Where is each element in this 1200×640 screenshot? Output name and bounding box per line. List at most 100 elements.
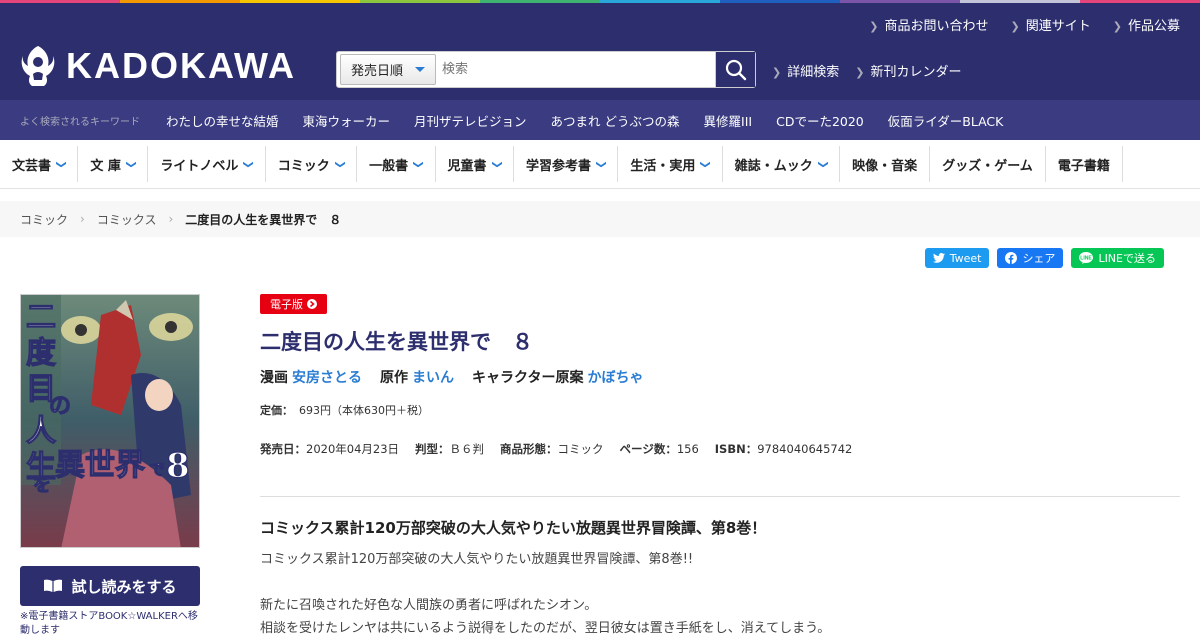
svg-text:度: 度 bbox=[26, 336, 56, 371]
category-3[interactable]: ライトノベル ❯ bbox=[148, 146, 266, 182]
tweet-button[interactable]: Tweet bbox=[924, 248, 990, 268]
chevron-down-icon: ❯ bbox=[491, 159, 503, 169]
chevron-down-icon: ❯ bbox=[412, 159, 424, 169]
logo-text: KADOKAWA bbox=[66, 45, 296, 86]
svg-text:8: 8 bbox=[166, 446, 190, 486]
category-5[interactable]: 一般書 ❯ bbox=[357, 146, 436, 182]
price-line: 定価： 693円（本体630円＋税） bbox=[260, 402, 429, 418]
facebook-label: シェア bbox=[1022, 252, 1056, 265]
category-label: 電子書籍 bbox=[1057, 158, 1110, 174]
breadcrumb-item[interactable]: コミック bbox=[20, 211, 68, 228]
book-cover-image[interactable]: 二 度 目 の 人 生 を 異世界 で 8 bbox=[20, 294, 200, 548]
product-specs: 発売日：2020年04月23日 判型：Ｂ６判 商品形態：コミック ページ数：156 IS… bbox=[260, 441, 852, 457]
category-2[interactable]: 文 庫 ❯ bbox=[78, 146, 149, 182]
category-label: ライトノベル bbox=[160, 158, 239, 174]
chevron-right-icon: ❯ bbox=[1010, 20, 1020, 33]
svg-text:人: 人 bbox=[26, 414, 56, 449]
trial-read-note: ※電子書籍ストアBOOK☆WALKERへ移動します bbox=[20, 611, 198, 636]
open-book-icon bbox=[44, 579, 63, 592]
search-box: 発売日順 bbox=[336, 51, 756, 88]
spec-label: ページ数： bbox=[619, 442, 677, 456]
sort-select[interactable]: 発売日順 bbox=[340, 54, 436, 85]
spec-item: ISBN：9784040645742 bbox=[715, 441, 853, 457]
spec-item: ページ数：156 bbox=[620, 441, 699, 457]
keyword-link[interactable]: 異修羅III bbox=[704, 111, 753, 130]
author-name[interactable]: まいん bbox=[412, 367, 454, 387]
category-label: グッズ・ゲーム bbox=[942, 158, 1033, 174]
keyword-link[interactable]: 月刊ザテレビジョン bbox=[414, 111, 527, 130]
search-button[interactable] bbox=[715, 52, 755, 87]
header-link[interactable]: ❯ 新刊カレンダー bbox=[855, 61, 961, 80]
description-line: 相談を受けたレンヤは共にいるよう説得をしたのだが、翌日彼女は置き手紙をし、消えて… bbox=[260, 621, 831, 636]
trial-read-button[interactable]: 試し読みをする bbox=[20, 566, 200, 606]
spec-value: コミック bbox=[557, 442, 604, 456]
price-value: 693円（本体630円＋税） bbox=[299, 404, 429, 417]
ebook-badge: 電子版 bbox=[260, 294, 327, 314]
util-link[interactable]: ❯ 関連サイト bbox=[1011, 15, 1091, 34]
line-share-button[interactable]: LINE LINEで送る bbox=[1071, 248, 1164, 268]
line-label: LINEで送る bbox=[1098, 252, 1156, 265]
header-link-label: 新刊カレンダー bbox=[870, 65, 962, 80]
facebook-share-button[interactable]: シェア bbox=[997, 248, 1064, 268]
tweet-label: Tweet bbox=[949, 251, 982, 265]
category-1[interactable]: 文芸書 ❯ bbox=[0, 146, 79, 182]
util-link[interactable]: ❯ 商品お問い合わせ bbox=[869, 15, 988, 34]
keyword-link[interactable]: CDでーた2020 bbox=[776, 111, 864, 130]
kadokawa-logo[interactable]: KADOKAWA bbox=[20, 44, 296, 88]
trial-read-label: 試し読みをする bbox=[71, 577, 177, 596]
category-label: 映像・音楽 bbox=[852, 158, 918, 174]
header-link[interactable]: ❯ 詳細検索 bbox=[772, 61, 839, 80]
sort-select-value: 発売日順 bbox=[351, 64, 404, 79]
search-input[interactable] bbox=[436, 53, 715, 86]
header-link-label: 詳細検索 bbox=[787, 65, 840, 80]
description-line: コミックス累計120万部突破の大人気やりたい放題異世界冒険譚、第8巻!! bbox=[260, 552, 694, 567]
chevron-down-icon: ❯ bbox=[334, 159, 346, 169]
category-7[interactable]: 学習参考書 ❯ bbox=[514, 146, 619, 182]
catch-copy: コミックス累計120万部突破の大人気やりたい放題異世界冒険譚、第8巻！ bbox=[260, 519, 767, 537]
utility-links: ❯ 商品お問い合わせ ❯ 関連サイト ❯ 作品公募 bbox=[869, 15, 1180, 34]
spec-label: ISBN： bbox=[714, 442, 758, 456]
chevron-right-icon: ❯ bbox=[1112, 20, 1122, 33]
author-role: 原作 bbox=[380, 370, 408, 386]
chevron-down-icon: ❯ bbox=[817, 159, 829, 169]
breadcrumb-item[interactable]: コミックス bbox=[97, 211, 157, 228]
util-link[interactable]: ❯ 作品公募 bbox=[1113, 15, 1180, 34]
product-description: コミックス累計120万部突破の大人気やりたい放題異世界冒険譚、第8巻!! 新たに召… bbox=[260, 548, 1180, 640]
keyword-link[interactable]: 仮面ライダーBLACK bbox=[888, 111, 1004, 130]
caret-down-icon bbox=[415, 67, 425, 72]
util-link-label: 作品公募 bbox=[1127, 19, 1180, 34]
category-8[interactable]: 生活・実用 ❯ bbox=[618, 146, 723, 182]
category-10[interactable]: 映像・音楽 bbox=[840, 146, 931, 182]
category-label: 一般書 bbox=[369, 158, 409, 174]
category-label: 文芸書 bbox=[12, 158, 52, 174]
category-label: 生活・実用 bbox=[630, 158, 696, 174]
category-4[interactable]: コミック ❯ bbox=[266, 146, 358, 182]
category-6[interactable]: 児童書 ❯ bbox=[436, 146, 514, 182]
line-icon: LINE bbox=[1079, 252, 1094, 264]
category-nav: 文芸書 ❯ 文 庫 ❯ ライトノベル ❯ コミック ❯ 一般書 ❯ 児童書 ❯ 学習参考書 ❯ 生活・実用 ❯… bbox=[0, 140, 1200, 189]
breadcrumb: コミック › コミックス › 二度目の人生を異世界で ８ bbox=[0, 201, 1200, 237]
chevron-right-icon: ❯ bbox=[772, 66, 782, 79]
author-name[interactable]: かぼちゃ bbox=[587, 367, 643, 387]
category-12[interactable]: 電子書籍 bbox=[1046, 146, 1123, 182]
spec-value: Ｂ６判 bbox=[449, 442, 485, 456]
category-11[interactable]: グッズ・ゲーム bbox=[930, 146, 1046, 182]
chevron-right-icon: ❯ bbox=[869, 20, 879, 33]
search-icon bbox=[725, 59, 746, 80]
spec-label: 判型： bbox=[415, 442, 450, 456]
category-label: コミック bbox=[277, 158, 330, 174]
author-name[interactable]: 安房さとる bbox=[292, 367, 362, 387]
category-label: 文 庫 bbox=[90, 158, 121, 174]
keyword-link[interactable]: わたしの幸せな結婚 bbox=[166, 111, 279, 130]
cover-art: 二 度 目 の 人 生 を 異世界 で 8 bbox=[21, 295, 199, 547]
keyword-link[interactable]: あつまれ どうぶつの森 bbox=[551, 111, 680, 130]
spec-label: 商品形態： bbox=[500, 442, 558, 456]
spec-item: 発売日：2020年04月23日 bbox=[260, 441, 399, 457]
chevron-down-icon: ❯ bbox=[55, 159, 67, 169]
author-role: キャラクター原案 bbox=[472, 370, 584, 386]
category-9[interactable]: 雑誌・ムック ❯ bbox=[723, 146, 841, 182]
keyword-link[interactable]: 東海ウォーカー bbox=[303, 111, 391, 130]
util-link-label: 関連サイト bbox=[1025, 19, 1091, 34]
svg-text:二: 二 bbox=[26, 300, 56, 335]
category-label: 学習参考書 bbox=[525, 158, 591, 174]
